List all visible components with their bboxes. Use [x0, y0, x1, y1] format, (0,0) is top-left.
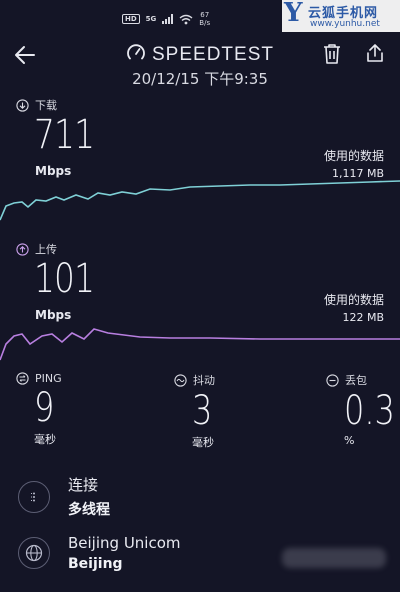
connection-row: 连接 多线程 [18, 474, 110, 519]
download-label-text: 下载 [35, 99, 57, 112]
trash-icon[interactable] [322, 43, 342, 65]
jitter-stat: 抖动 3 毫秒 [174, 372, 217, 450]
download-label: 下载 [16, 97, 57, 113]
signal-icon [162, 14, 174, 24]
status-bar: HD 5G 67 B/s [122, 8, 210, 30]
jitter-unit: 毫秒 [192, 436, 214, 449]
upload-speed-graph [0, 328, 400, 361]
ping-value: 9 [34, 385, 55, 431]
packet-loss-icon [326, 373, 339, 387]
download-icon [16, 98, 29, 112]
download-speed-graph [0, 180, 400, 221]
server-city: Beijing [68, 556, 123, 572]
jitter-label: 抖动 [193, 374, 215, 387]
watermark-url: www.yunhu.net [310, 19, 380, 29]
ping-label: PING [35, 372, 62, 385]
watermark-logo: Y [284, 0, 303, 28]
packet-loss-unit: % [344, 434, 355, 447]
packet-loss-value: 0.3 [344, 388, 395, 434]
network-speed-unit: B/s [199, 19, 211, 27]
download-data-label: 使用的数据 [323, 149, 384, 163]
app-title-text: SPEEDTEST [152, 44, 274, 65]
redacted-ip [282, 548, 386, 568]
share-icon[interactable] [364, 42, 386, 64]
top-bar: SPEEDTEST [0, 40, 400, 70]
upload-speed-value: 101 [34, 256, 95, 302]
packet-loss-stat: 丢包 0.3 % [326, 372, 400, 447]
speedometer-icon [127, 44, 145, 60]
connection-icon [18, 480, 50, 513]
jitter-value: 3 [192, 388, 213, 434]
upload-label: 上传 [16, 241, 57, 257]
stats-row: PING 9 毫秒 抖动 3 毫秒 丢包 0.3 % [0, 372, 400, 452]
upload-data-label: 使用的数据 [323, 293, 384, 307]
network-speed-value: 67 [200, 11, 210, 19]
network-speed: 67 B/s [199, 11, 210, 27]
download-speed-value: 711 [34, 112, 95, 158]
connection-type: 多线程 [68, 502, 110, 518]
connection-label: 连接 [68, 476, 99, 494]
packet-loss-label: 丢包 [345, 374, 367, 387]
ping-icon [16, 372, 29, 385]
network-type: 5G [145, 15, 157, 23]
test-datetime: 20/12/15 下午9:35 [132, 70, 268, 88]
globe-icon [18, 537, 50, 569]
upload-label-text: 上传 [35, 243, 57, 256]
server-name: Beijing Unicom [68, 534, 181, 552]
ping-stat: PING 9 毫秒 [16, 372, 62, 447]
server-row: Beijing Unicom Beijing [18, 534, 181, 572]
jitter-icon [174, 373, 187, 387]
site-watermark: Y 云狐手机网 www.yunhu.net [282, 0, 400, 32]
upload-icon [16, 242, 29, 256]
ping-unit: 毫秒 [34, 433, 56, 446]
hd-indicator: HD [122, 14, 140, 24]
wifi-icon [179, 14, 193, 24]
